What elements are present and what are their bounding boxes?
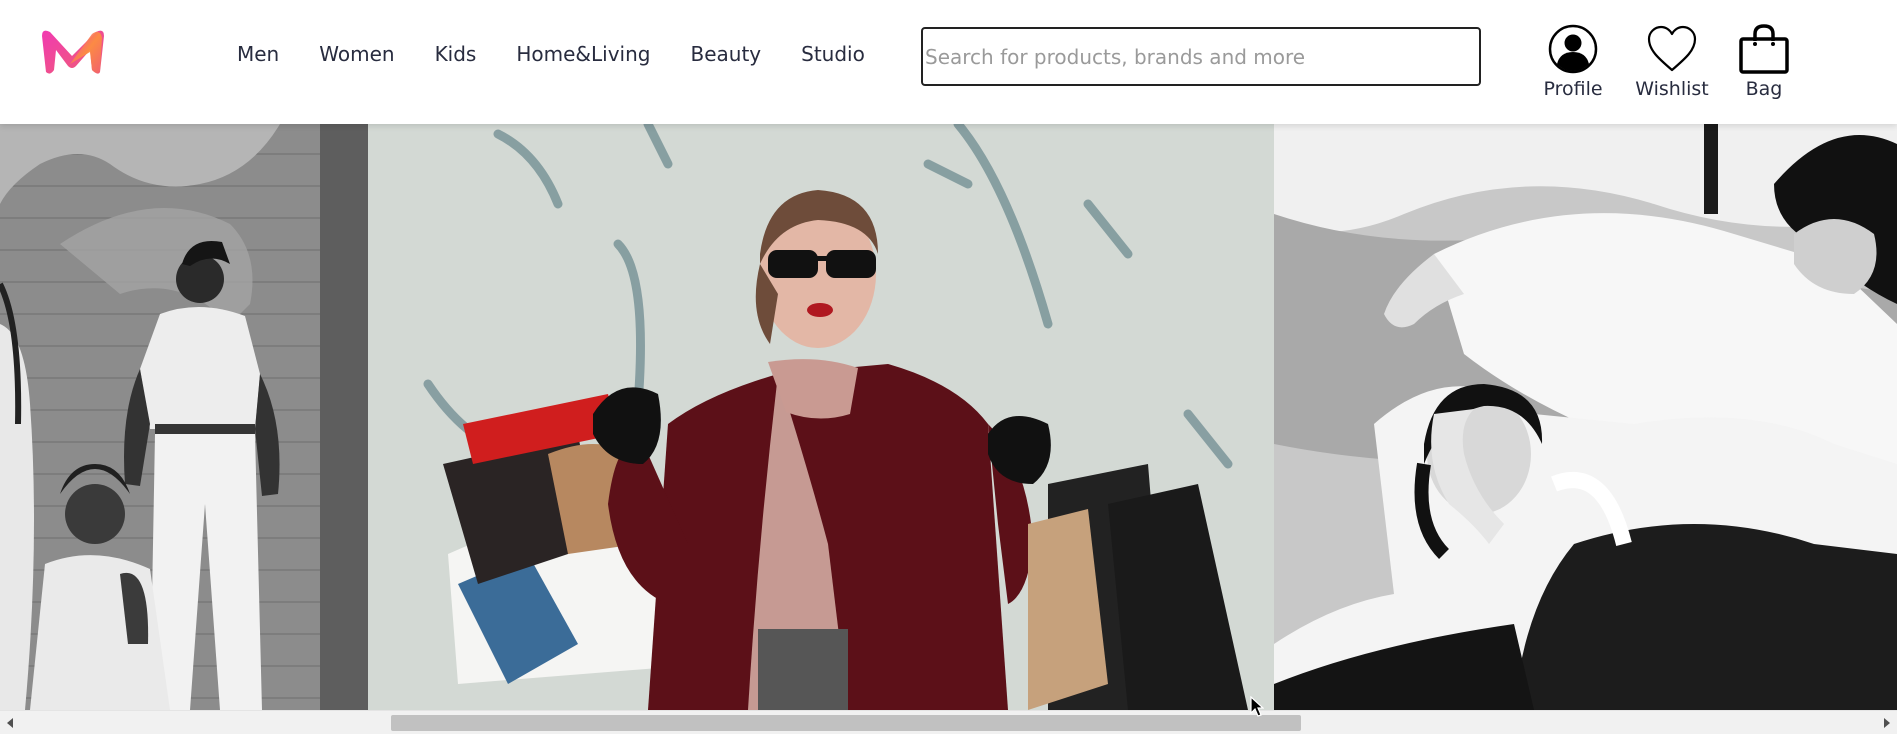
horizontal-scrollbar[interactable]: [0, 710, 1897, 734]
bag-button[interactable]: Bag: [1738, 24, 1790, 100]
myntra-logo-icon[interactable]: [40, 26, 108, 76]
shopping-bag-icon: [1739, 24, 1789, 74]
heart-icon: [1647, 25, 1697, 72]
wishlist-button[interactable]: Wishlist: [1630, 24, 1714, 100]
profile-button[interactable]: Profile: [1540, 24, 1606, 100]
nav-kids[interactable]: Kids: [435, 42, 477, 66]
nav-women[interactable]: Women: [319, 42, 394, 66]
wishlist-label: Wishlist: [1635, 78, 1709, 100]
scrollbar-thumb[interactable]: [391, 715, 1302, 731]
hero-banner-carousel[interactable]: [0, 124, 1897, 710]
banner-slide-left[interactable]: [0, 124, 368, 710]
user-icon: [1548, 24, 1598, 74]
nav-home-living[interactable]: Home&Living: [516, 42, 650, 66]
nav-beauty[interactable]: Beauty: [690, 42, 761, 66]
bag-label: Bag: [1745, 78, 1783, 100]
photo-group-women-icon: [0, 124, 368, 710]
main-nav: Men Women Kids Home&Living Beauty Studio: [237, 42, 905, 66]
banner-slide-center[interactable]: [368, 124, 1274, 710]
search-input[interactable]: [921, 27, 1481, 86]
nav-studio[interactable]: Studio: [801, 42, 865, 66]
banner-slide-right[interactable]: [1274, 124, 1897, 710]
scroll-left-arrow-icon[interactable]: [0, 711, 20, 735]
photo-woman-shopping-bags-icon: [368, 124, 1274, 710]
top-navbar: Men Women Kids Home&Living Beauty Studio…: [0, 0, 1897, 124]
mouse-cursor-icon: [1250, 696, 1264, 717]
profile-label: Profile: [1543, 78, 1603, 100]
photo-women-lying-icon: [1274, 124, 1897, 710]
scroll-right-arrow-icon[interactable]: [1877, 711, 1897, 735]
nav-men[interactable]: Men: [237, 42, 279, 66]
